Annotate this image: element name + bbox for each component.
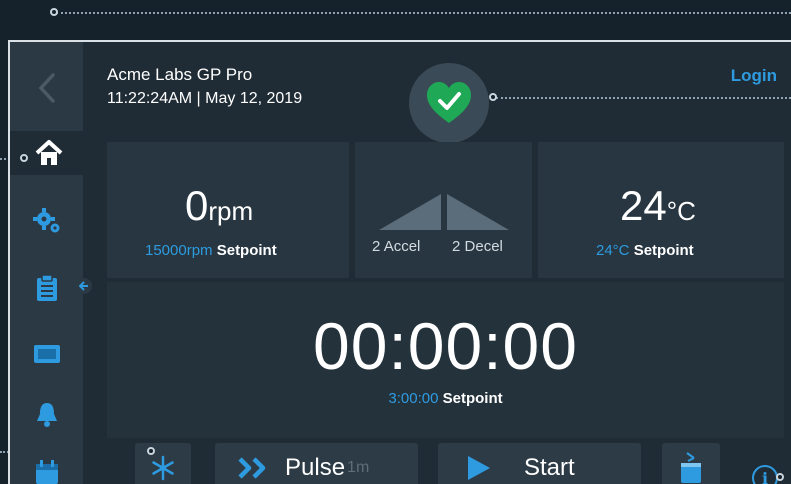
speed-setpoint-label: Setpoint [216, 242, 277, 259]
collapse-sidebar-button[interactable] [76, 278, 92, 294]
snowflake-icon [152, 455, 174, 481]
sidebar-item-schedule[interactable] [10, 450, 83, 484]
back-chevron-icon [38, 73, 55, 103]
callout-marker-status [489, 93, 497, 101]
callout-marker-info [776, 473, 784, 481]
sidebar-item-home[interactable] [10, 131, 88, 175]
temperature-readout: 24°C [620, 182, 696, 230]
decel-value: 2 [452, 238, 461, 255]
rotor-icon [33, 345, 60, 363]
callout-line-top [56, 12, 791, 14]
back-button[interactable] [10, 66, 83, 110]
calendar-icon [35, 460, 58, 484]
temperature-setpoint: 24°C Setpoint [596, 242, 694, 259]
temperature-panel[interactable]: 24°C 24°C Setpoint [538, 142, 784, 278]
accel-setting: 2 Accel [372, 238, 420, 255]
play-icon [468, 456, 490, 480]
double-chevron-icon [238, 457, 266, 479]
start-button[interactable]: Start [438, 443, 641, 484]
timer-value: 00:00:00 [313, 309, 578, 383]
sidebar-item-protocols[interactable] [10, 266, 83, 310]
info-icon: i [761, 468, 769, 484]
speed-unit: rpm [208, 196, 254, 226]
temperature-setpoint-value: 24°C [596, 242, 630, 259]
sidebar-item-settings[interactable] [10, 199, 83, 243]
timer-setpoint: 3:00:00 Setpoint [107, 390, 784, 407]
temperature-value: 24 [620, 182, 667, 229]
accel-ramp-icon [379, 194, 441, 230]
decel-label: Decel [464, 238, 503, 255]
accel-value: 2 [372, 238, 381, 255]
speed-value: 0 [185, 182, 209, 229]
timer-panel[interactable]: 00:00:00 3:00:00 Setpoint [107, 282, 784, 438]
decel-setting: 2 Decel [452, 238, 503, 255]
pulse-duration: 1m [347, 459, 370, 476]
accel-label: Accel [383, 238, 421, 255]
home-icon [35, 140, 63, 165]
info-button[interactable]: i [752, 465, 778, 484]
login-button[interactable]: Login [731, 66, 777, 86]
timer-setpoint-value: 3:00:00 [388, 390, 439, 407]
bell-icon [36, 403, 57, 427]
callout-marker-home [20, 154, 28, 162]
timer-setpoint-label: Setpoint [442, 390, 503, 407]
start-label: Start [524, 454, 575, 481]
speed-setpoint: 15000rpm Setpoint [145, 242, 277, 259]
sidebar [10, 42, 88, 484]
device-name: Acme Labs GP Pro [107, 65, 253, 84]
fast-cool-button[interactable] [135, 443, 191, 484]
pulse-button[interactable]: Pulse 1m [215, 443, 418, 484]
speed-readout: 0rpm [185, 182, 253, 230]
callout-line-status [496, 97, 791, 99]
gears-icon [32, 208, 59, 233]
temperature-unit: °C [666, 196, 696, 226]
lid-open-icon [681, 452, 701, 483]
clipboard-icon [36, 274, 57, 301]
accel-decel-panel[interactable]: 2 Accel 2 Decel [355, 142, 532, 278]
datetime: 11:22:24AM | May 12, 2019 [107, 90, 303, 107]
status-indicator[interactable] [409, 63, 489, 143]
open-lid-button[interactable] [662, 443, 720, 484]
temperature-setpoint-label: Setpoint [633, 242, 694, 259]
heart-check-icon [427, 82, 471, 123]
pulse-label: Pulse [285, 454, 346, 481]
arrow-left-icon [79, 281, 88, 291]
decel-ramp-icon [447, 194, 509, 230]
callout-marker-top [50, 8, 58, 16]
speed-panel[interactable]: 0rpm 15000rpm Setpoint [107, 142, 349, 278]
device-screen: Acme Labs GP Pro 11:22:24AM | May 12, 20… [8, 40, 791, 484]
speed-setpoint-value: 15000rpm [145, 242, 213, 259]
callout-marker-snow [147, 447, 155, 455]
sidebar-item-alerts[interactable] [10, 392, 83, 436]
sidebar-item-rotor[interactable] [10, 332, 83, 376]
